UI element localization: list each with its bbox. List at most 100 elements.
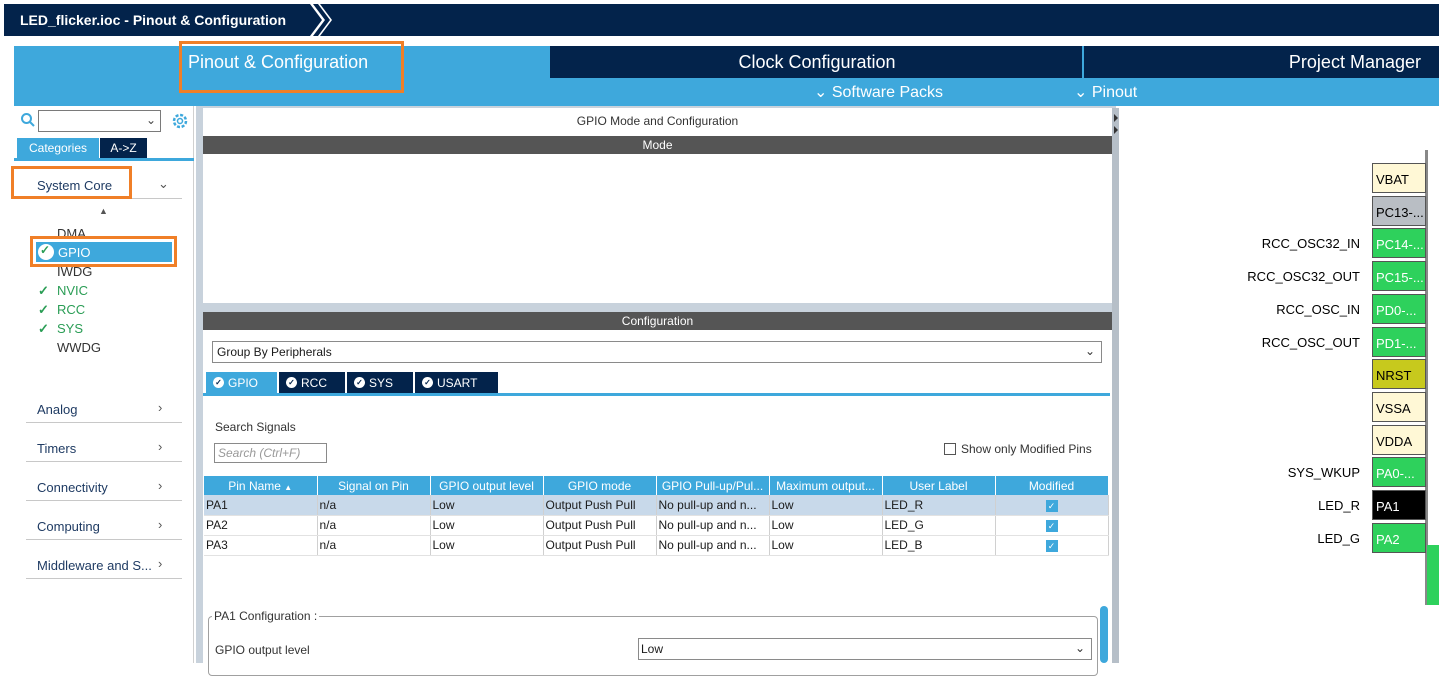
column-header-output-level[interactable]: GPIO output level — [430, 476, 544, 495]
mode-header: Mode — [203, 136, 1112, 154]
cell-modified[interactable]: ✓ — [995, 535, 1109, 556]
pin-signal-label[interactable]: LED_G — [1180, 531, 1360, 546]
divider — [26, 539, 182, 540]
check-icon: ✓ — [38, 302, 49, 317]
search-icon[interactable] — [20, 112, 36, 128]
cell-pull: No pull-up and n... — [656, 515, 770, 536]
table-header-row: Pin Name ▲ Signal on Pin GPIO output lev… — [204, 476, 1109, 495]
tab-a-to-z[interactable]: A->Z — [100, 138, 147, 158]
system-item-nvic[interactable]: NVIC — [57, 283, 88, 298]
cell-label: LED_R — [882, 495, 996, 516]
category-middleware[interactable]: Middleware and S... — [37, 558, 152, 573]
chevron-right-icon[interactable]: › — [158, 478, 162, 493]
chevron-right-icon[interactable]: › — [158, 400, 162, 415]
tab-sys[interactable]: ✓ SYS — [347, 372, 413, 393]
chip-pin[interactable]: PC13-... — [1372, 195, 1426, 226]
cell-modified[interactable]: ✓ — [995, 495, 1109, 516]
sort-asc-icon: ▲ — [284, 482, 293, 492]
cell-pin: PA3 — [204, 535, 318, 556]
tab-rcc[interactable]: ✓ RCC — [279, 372, 345, 393]
chip-pin[interactable]: PD0-... — [1372, 293, 1426, 324]
column-header-modified[interactable]: Modified — [995, 476, 1109, 495]
chevron-down-icon[interactable]: ⌄ — [1075, 641, 1085, 655]
gpio-output-level-label: GPIO output level — [215, 643, 310, 657]
category-search-combo[interactable]: ⌄ — [38, 110, 161, 132]
sort-icon[interactable]: ▲ — [99, 206, 108, 216]
pinout-menu[interactable]: ⌄ Pinout — [1074, 82, 1137, 102]
chip-pin[interactable]: VBAT — [1372, 163, 1426, 193]
cell-mode: Output Push Pull — [543, 515, 657, 536]
chevron-right-icon[interactable]: › — [158, 439, 162, 454]
chevron-down-icon[interactable]: ⌄ — [158, 176, 169, 192]
column-label: Pin Name — [228, 478, 281, 493]
check-circle-icon: ✓ — [354, 377, 365, 388]
pin-signal-label[interactable]: RCC_OSC_IN — [1180, 302, 1360, 317]
cell-signal: n/a — [317, 535, 431, 556]
tab-sys-label: SYS — [369, 375, 394, 390]
collapse-arrow-icon[interactable] — [1113, 112, 1119, 136]
tab-clock-configuration[interactable]: Clock Configuration — [552, 46, 1084, 78]
chip-pin[interactable]: PC14-... — [1372, 228, 1426, 259]
cell-pull: No pull-up and n... — [656, 535, 770, 556]
category-timers[interactable]: Timers — [37, 441, 76, 456]
cell-pin: PA1 — [204, 495, 318, 516]
pin-signal-label[interactable]: RCC_OSC32_IN — [1180, 236, 1360, 251]
chip-pin[interactable]: PD1-... — [1372, 326, 1426, 357]
checkbox-checked-icon[interactable]: ✓ — [1045, 520, 1058, 532]
divider — [26, 500, 182, 501]
cell-mode: Output Push Pull — [543, 495, 657, 516]
cell-label: LED_G — [882, 515, 996, 536]
table-row[interactable]: PA1 n/a Low Output Push Pull No pull-up … — [204, 495, 1109, 516]
software-packs-menu[interactable]: ⌄ Software Packs — [814, 82, 943, 102]
show-modified-checkbox[interactable] — [944, 443, 956, 455]
chip-pin[interactable]: VSSA — [1372, 391, 1426, 422]
tab-gpio[interactable]: ✓ GPIO — [206, 372, 277, 393]
chevron-right-icon[interactable]: › — [158, 517, 162, 532]
chevron-down-icon[interactable]: ⌄ — [1085, 344, 1095, 358]
panel-splitter[interactable] — [1112, 108, 1119, 663]
table-row[interactable]: PA3 n/a Low Output Push Pull No pull-up … — [204, 535, 1109, 556]
system-item-sys[interactable]: SYS — [57, 321, 83, 336]
table-row[interactable]: PA2 n/a Low Output Push Pull No pull-up … — [204, 515, 1109, 536]
group-by-select[interactable]: Group By Peripherals — [212, 341, 1102, 363]
chip-pin[interactable]: PA0-... — [1372, 457, 1426, 488]
category-computing[interactable]: Computing — [37, 519, 100, 534]
checkbox-checked-icon[interactable]: ✓ — [1045, 499, 1058, 512]
breadcrumb-title[interactable]: LED_flicker.ioc - Pinout & Configuration — [20, 12, 286, 28]
pin-signal-label[interactable]: LED_R — [1180, 498, 1360, 513]
pin-signal-label[interactable]: RCC_OSC_OUT — [1180, 335, 1360, 350]
checkbox-checked-icon[interactable]: ✓ — [1045, 540, 1058, 552]
gpio-output-level-select[interactable]: Low — [638, 638, 1092, 660]
column-header-user-label[interactable]: User Label — [882, 476, 996, 495]
divider — [203, 393, 1110, 396]
column-header-gpio-mode[interactable]: GPIO mode — [543, 476, 657, 495]
scrollbar-thumb[interactable] — [1100, 606, 1108, 663]
system-item-wwdg[interactable]: WWDG — [57, 340, 101, 355]
pin-signal-label[interactable]: SYS_WKUP — [1180, 465, 1360, 480]
column-header-pull[interactable]: GPIO Pull-up/Pul... — [656, 476, 770, 495]
search-signals-input[interactable]: Search (Ctrl+F) — [214, 443, 327, 463]
system-item-rcc[interactable]: RCC — [57, 302, 85, 317]
column-header-signal[interactable]: Signal on Pin — [317, 476, 431, 495]
cell-signal: n/a — [317, 495, 431, 516]
chevron-right-icon[interactable]: › — [158, 556, 162, 571]
gear-icon[interactable] — [170, 111, 190, 131]
tab-usart[interactable]: ✓ USART — [415, 372, 498, 393]
tab-project-manager[interactable]: Project Manager — [1086, 46, 1439, 78]
breadcrumb-arrow-icon — [310, 4, 332, 36]
chip-pin[interactable]: VDDA — [1372, 424, 1426, 455]
chip-pin-strip — [1427, 545, 1439, 605]
tab-categories[interactable]: Categories — [17, 138, 99, 158]
pa1-config-title: PA1 Configuration : — [212, 609, 320, 623]
pin-signal-label[interactable]: RCC_OSC32_OUT — [1180, 269, 1360, 284]
chip-pin[interactable]: PA2 — [1372, 522, 1426, 553]
signals-table: Pin Name ▲ Signal on Pin GPIO output lev… — [204, 476, 1109, 556]
chip-pin[interactable]: PC15-... — [1372, 261, 1426, 292]
category-connectivity[interactable]: Connectivity — [37, 480, 108, 495]
column-header-pin-name[interactable]: Pin Name ▲ — [204, 476, 318, 495]
column-header-max-output[interactable]: Maximum output... — [769, 476, 883, 495]
chip-pin[interactable]: NRST — [1372, 359, 1426, 390]
chip-pin[interactable]: PA1 — [1372, 490, 1426, 520]
category-analog[interactable]: Analog — [37, 402, 77, 417]
cell-modified[interactable]: ✓ — [995, 515, 1109, 536]
